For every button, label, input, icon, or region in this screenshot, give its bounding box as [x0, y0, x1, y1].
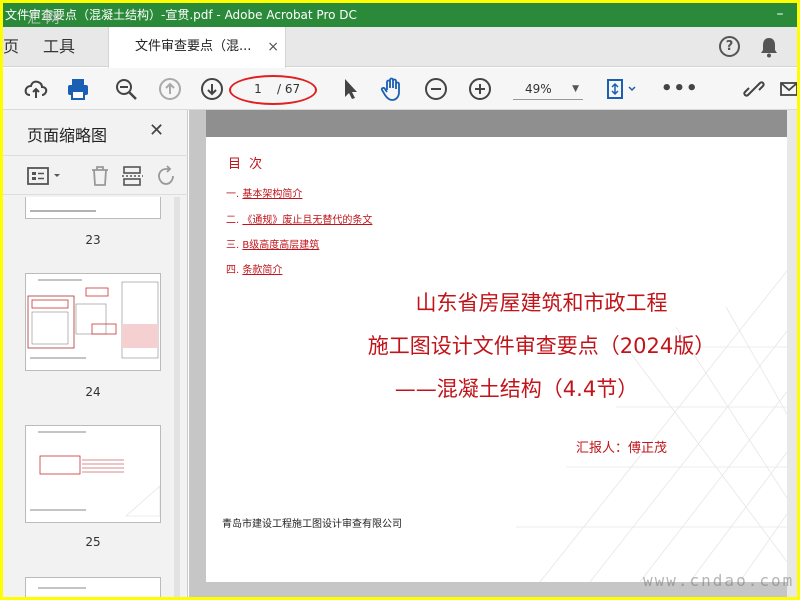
toc-title: 目 次: [228, 157, 265, 172]
thumbnail-page-24[interactable]: [25, 273, 161, 371]
thumbnail-page-24-preview: [27, 279, 159, 359]
extract-pages-icon[interactable]: [121, 165, 145, 187]
thumbnail-page-23[interactable]: [25, 197, 161, 219]
zoom-out-icon[interactable]: [423, 76, 449, 102]
toc-item-3[interactable]: 三. B级高度高层建筑: [226, 236, 319, 251]
page-thumbnails-panel: 页面缩略图 ✕ 23 24 25: [3, 110, 188, 597]
thumbnail-page-26[interactable]: [25, 577, 161, 597]
decorative-triangle-pattern: [516, 257, 797, 582]
toc-item-2[interactable]: 二. 《通规》废止且无替代的条文: [226, 211, 372, 226]
zoom-level-select[interactable]: 49% ▼: [513, 78, 583, 100]
select-cursor-icon[interactable]: [337, 76, 363, 102]
tab-document-label: 文件审查要点（混...: [135, 39, 252, 54]
panel-title: 页面缩略图: [27, 126, 108, 145]
thumbnail-page-26-preview: [38, 587, 86, 589]
reporter: 汇报人：傅正茂: [576, 441, 668, 456]
chevron-down-icon: ▼: [572, 84, 579, 94]
zoom-level-value: 49%: [525, 82, 552, 96]
panel-toolbar: [3, 155, 188, 195]
more-tools-button[interactable]: •••: [661, 78, 699, 99]
share-link-icon[interactable]: [741, 76, 767, 102]
tab-document[interactable]: 文件审查要点（混... ×: [108, 27, 286, 68]
tab-bar: 页 工具 文件审查要点（混... × ?: [3, 27, 797, 68]
company-name: 青岛市建设工程施工图设计审查有限公司: [222, 519, 402, 530]
trash-icon[interactable]: [89, 165, 111, 187]
zoom-out-magnifier-icon[interactable]: [113, 76, 139, 102]
minimize-button[interactable]: –: [765, 3, 795, 27]
email-icon[interactable]: [779, 76, 797, 102]
toc-item-1[interactable]: 一. 基本架构简介: [226, 185, 302, 200]
thumbnail-options-icon[interactable]: [27, 166, 65, 186]
thumbnail-scrollbar[interactable]: [174, 197, 180, 597]
toc-item-number: 一.: [226, 189, 240, 200]
annotation-ellipse: [229, 75, 317, 105]
doc-title-line-2: 施工图设计文件审查要点（2024版）: [367, 334, 716, 358]
thumbnail-label-25: 25: [85, 535, 101, 549]
tab-tools[interactable]: 工具: [43, 27, 75, 67]
next-page-icon[interactable]: [199, 76, 225, 102]
toc-item-text: 基本架构简介: [242, 189, 303, 200]
panel-close-button[interactable]: ✕: [149, 120, 164, 141]
toc-item-number: 四.: [226, 265, 240, 276]
tab-home[interactable]: 页: [3, 27, 19, 67]
toolbar: 1 / 67 49% ▼ •••: [3, 68, 797, 110]
zoom-in-icon[interactable]: [467, 76, 493, 102]
doc-title-line-1: 山东省房屋建筑和市政工程: [415, 291, 668, 315]
toc-item-number: 二.: [226, 215, 240, 226]
thumbnail-page-23-preview: [30, 210, 96, 212]
hand-tool-icon[interactable]: [379, 76, 405, 102]
previous-page-edge: [206, 110, 797, 137]
tab-close-button[interactable]: ×: [267, 27, 279, 67]
rotate-icon[interactable]: [155, 165, 177, 187]
document-scrollbar[interactable]: [787, 110, 797, 597]
thumbnail-list: 23 24 25: [3, 197, 183, 597]
thumbnail-page-25-preview: [30, 431, 161, 517]
pdf-page: 目 次 一. 基本架构简介 二. 《通规》废止且无替代的条文 三. B级高度高层…: [206, 137, 797, 582]
doc-title-line-3: ——混凝土结构（4.4节）: [394, 377, 639, 401]
toc-item-4[interactable]: 四. 条款简介: [226, 261, 282, 276]
toc-item-number: 三.: [226, 240, 240, 251]
fit-page-icon[interactable]: [603, 76, 639, 102]
thumbnail-label-23: 23: [85, 233, 101, 247]
help-icon[interactable]: ?: [719, 36, 740, 57]
title-bar: 文件审查要点（混凝土结构）-宣贯.pdf - Adobe Acrobat Pro…: [3, 3, 797, 27]
toc-item-text: 条款简介: [242, 265, 283, 276]
thumbnail-label-24: 24: [85, 385, 101, 399]
previous-page-icon[interactable]: [157, 76, 183, 102]
toc-item-text: 《通规》废止且无替代的条文: [242, 215, 373, 226]
toc-item-text: B级高度高层建筑: [242, 240, 320, 251]
upload-cloud-icon[interactable]: [23, 76, 49, 102]
document-view: 目 次 一. 基本架构简介 二. 《通规》废止且无替代的条文 三. B级高度高层…: [189, 110, 797, 597]
watermark-text: www.cndao.com: [643, 571, 795, 590]
thumbnail-page-25[interactable]: [25, 425, 161, 523]
print-icon[interactable]: [65, 76, 91, 102]
bell-icon[interactable]: [759, 36, 779, 58]
acrobat-window: 文件审查要点（混凝土结构）-宣贯.pdf - Adobe Acrobat Pro…: [3, 3, 797, 597]
